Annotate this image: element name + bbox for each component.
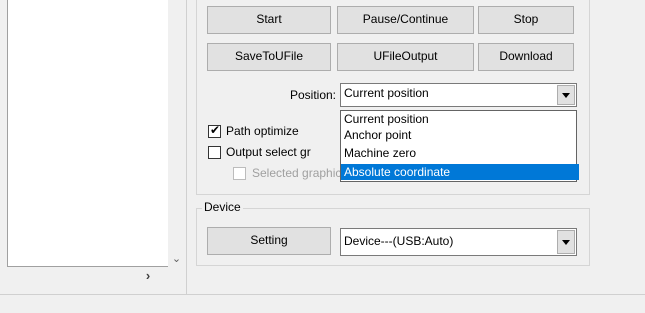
triangle-down-icon[interactable] (557, 85, 575, 105)
dropdown-option-selected[interactable]: Absolute coordinate (341, 164, 579, 180)
chevron-right-icon[interactable]: › (140, 268, 156, 284)
device-group-title: Device (202, 200, 243, 214)
output-select-label: Output select gr (226, 145, 311, 159)
ufile-output-button[interactable]: UFileOutput (337, 43, 474, 71)
triangle-down-icon[interactable] (557, 230, 575, 254)
position-dropdown-list: Current position Anchor point Machine ze… (340, 110, 579, 182)
path-optimize-checkbox[interactable]: ✔ (208, 123, 221, 138)
device-select[interactable]: Device---(USB:Auto) (340, 228, 577, 256)
position-label: Position: (289, 88, 336, 102)
start-button[interactable]: Start (207, 6, 331, 34)
selected-graphics-label: Selected graphics position (252, 166, 340, 180)
path-optimize-label: Path optimize (226, 124, 299, 138)
device-select-value: Device---(USB:Auto) (344, 234, 454, 248)
pause-continue-button[interactable]: Pause/Continue (337, 6, 474, 34)
position-select[interactable]: Current position (340, 83, 577, 107)
dropdown-option[interactable]: Current position (341, 111, 579, 127)
save-to-ufile-button[interactable]: SaveToUFile (207, 43, 331, 71)
setting-button[interactable]: Setting (207, 227, 331, 255)
panel-divider (186, 0, 187, 294)
output-select-checkbox[interactable] (208, 146, 221, 159)
stop-button[interactable]: Stop (478, 6, 574, 34)
dropdown-option[interactable]: Anchor point (341, 127, 579, 143)
horizontal-scrollbar[interactable] (7, 267, 185, 285)
vertical-scrollbar[interactable] (168, 0, 185, 267)
check-icon: ✔ (210, 123, 221, 137)
position-select-value: Current position (344, 86, 429, 100)
status-divider (0, 294, 645, 295)
download-button[interactable]: Download (478, 43, 574, 71)
selected-graphics-checkbox[interactable] (233, 167, 246, 180)
chevron-down-icon[interactable]: ⌄ (168, 252, 185, 267)
dropdown-option[interactable]: Machine zero (341, 145, 579, 161)
graphics-listbox[interactable] (7, 0, 168, 267)
